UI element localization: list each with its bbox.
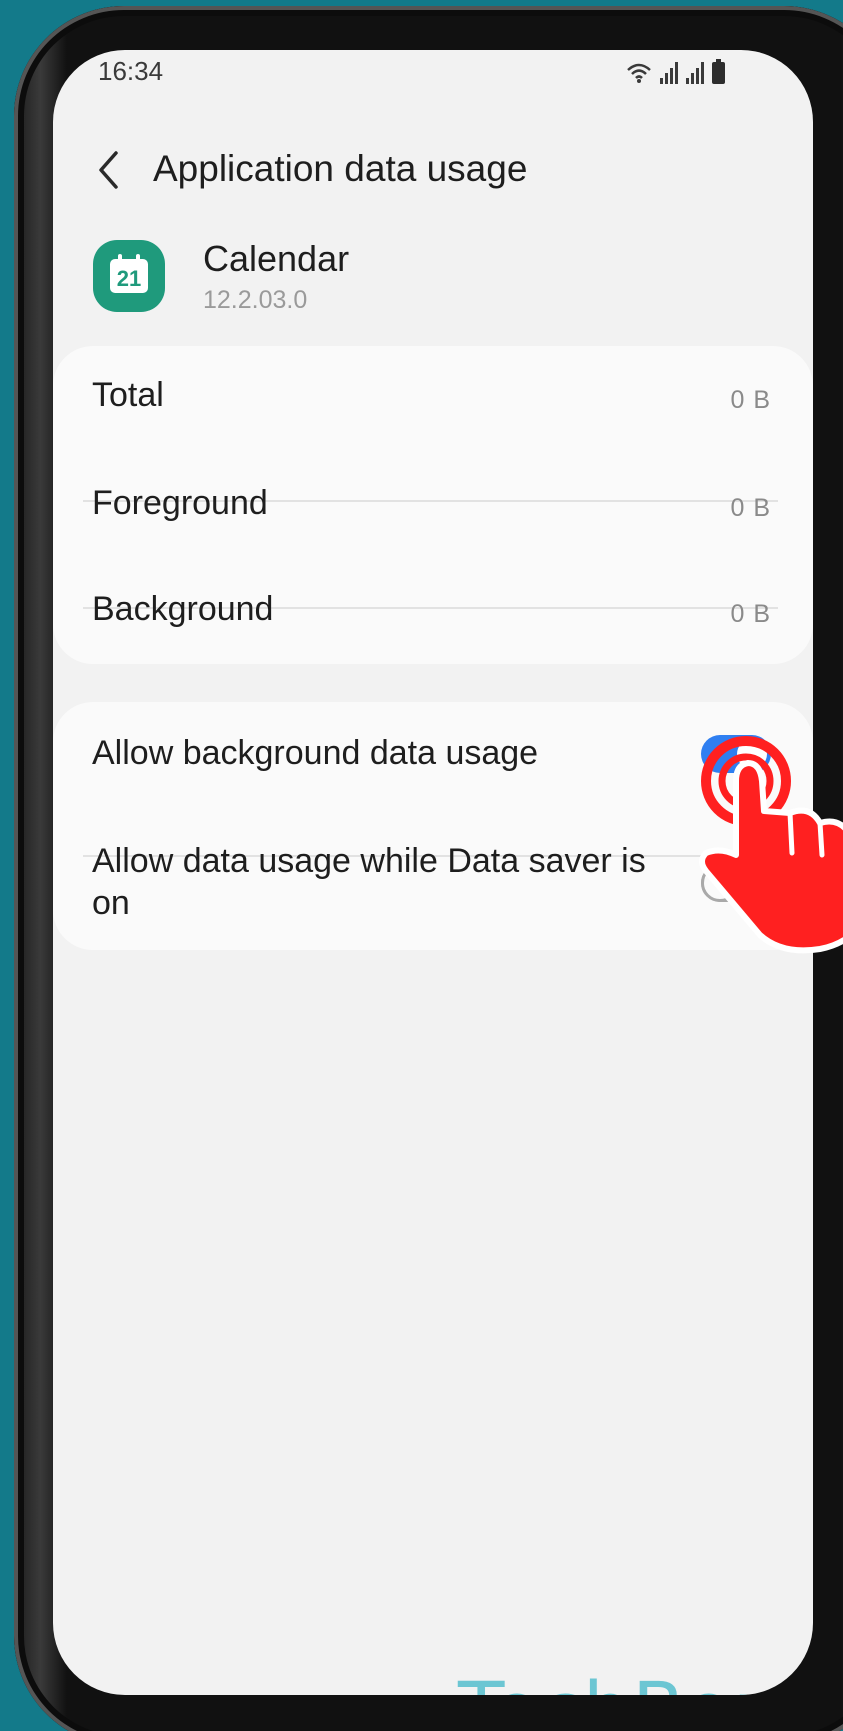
usage-card: Total 0 B Foreground 0 B Background 0 B [53,346,813,664]
page-title: Application data usage [153,148,528,189]
usage-row-value: 0 B [730,386,771,414]
battery-icon [712,59,725,84]
background-data-switch[interactable] [701,735,771,773]
settings-card: Allow background data usage Allow data u… [53,702,813,950]
status-icons [626,58,725,84]
toggle-row-data-saver[interactable]: Allow data usage while Data saver is on [53,806,813,950]
status-bar: 16:34 [53,50,813,100]
app-info: 21 Calendar 12.2.03.0 [53,230,813,340]
switch-knob [737,739,767,769]
toggle-row-label: Allow background data usage [92,734,539,772]
chevron-left-icon [99,151,118,189]
usage-row-background[interactable]: Background 0 B [53,560,813,664]
toggle-row-background-data[interactable]: Allow background data usage [53,702,813,806]
usage-row-value: 0 B [730,494,771,522]
calendar-icon: 21 [93,240,165,312]
usage-row-label: Background [92,590,274,628]
usage-row-label: Foreground [92,484,268,522]
wifi-icon [627,63,651,83]
data-saver-switch[interactable] [701,864,771,902]
app-version: 12.2.03.0 [203,286,308,314]
watermark: TechBone [458,1665,813,1695]
app-header: Application data usage [53,130,813,210]
usage-row-value: 0 B [730,600,771,628]
toggle-row-label: Allow data usage while Data saver is on [92,842,646,922]
usage-row-foreground[interactable]: Foreground 0 B [53,454,813,560]
signal-icon [686,62,704,84]
signal-icon [660,62,678,84]
app-name: Calendar [203,238,350,279]
usage-row-label: Total [92,376,164,414]
status-time: 16:34 [98,56,164,86]
calendar-icon-number: 21 [116,266,142,291]
usage-row-total[interactable]: Total 0 B [53,346,813,452]
phone-screen: 16:34 Application data usage 21 Calendar… [53,50,813,1695]
switch-knob [701,864,739,902]
back-button[interactable] [88,146,128,194]
video-frame: 16:34 Application data usage 21 Calendar… [0,0,843,1731]
